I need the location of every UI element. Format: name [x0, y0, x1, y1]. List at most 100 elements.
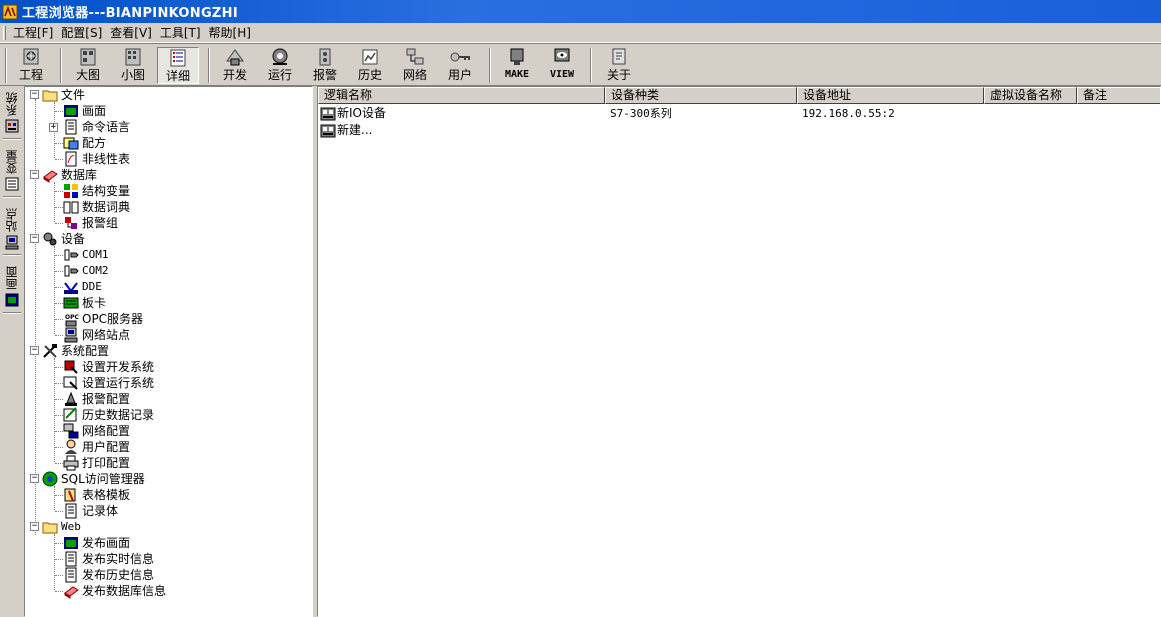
- folder-icon: [42, 522, 58, 534]
- table-row[interactable]: 新建...: [318, 122, 1160, 139]
- screen-icon: [64, 105, 78, 117]
- collapse-toggle[interactable]: −: [30, 474, 39, 483]
- tree-node-system-config[interactable]: 系统配置: [42, 343, 109, 359]
- large-icon-view-button[interactable]: 大图: [70, 47, 106, 84]
- column-header-device-address[interactable]: 设备地址: [797, 87, 984, 104]
- opc-icon: OPC: [64, 313, 79, 327]
- tree-node-table-template[interactable]: 表格模板: [63, 487, 130, 503]
- device-icon: [43, 232, 57, 246]
- tree-node-publish-screen[interactable]: 发布画面: [63, 535, 130, 551]
- run-icon: [272, 48, 288, 65]
- tree-node-recordset[interactable]: 记录体: [63, 503, 118, 519]
- document-icon: [65, 503, 77, 519]
- menu-help[interactable]: 帮助[H]: [205, 24, 255, 42]
- document-icon: [65, 119, 77, 135]
- tree-node-nonlinear-table[interactable]: 非线性表: [63, 151, 130, 167]
- menu-view[interactable]: 查看[V]: [106, 24, 156, 42]
- tree-node-sql-manager[interactable]: SQL访问管理器: [42, 471, 145, 487]
- tree-node-alarm-config[interactable]: 报警配置: [63, 391, 130, 407]
- side-tabs: 系统 变量 站点 画面: [0, 86, 24, 617]
- collapse-toggle[interactable]: −: [30, 234, 39, 243]
- menu-project[interactable]: 工程[F]: [9, 24, 57, 42]
- tree-node-com1[interactable]: COM1: [63, 247, 109, 263]
- menu-tools[interactable]: 工具[T]: [156, 24, 205, 42]
- tree-node-board[interactable]: 板卡: [63, 295, 106, 311]
- system-tab-icon: [5, 119, 19, 133]
- alarm-icon: [319, 48, 331, 66]
- small-icon-view-button[interactable]: 小图: [115, 47, 151, 84]
- view-button[interactable]: VIEW: [545, 47, 579, 84]
- column-header-note[interactable]: 备注: [1077, 87, 1160, 104]
- develop-button[interactable]: 开发: [218, 47, 252, 84]
- table-template-icon: [64, 488, 76, 502]
- history-record-icon: [63, 407, 77, 422]
- printer-icon: [63, 455, 79, 471]
- svg-text:OPC: OPC: [65, 314, 79, 321]
- menu-config[interactable]: 配置[S]: [57, 24, 106, 42]
- expand-toggle[interactable]: +: [49, 123, 58, 132]
- tree-node-user-config[interactable]: 用户配置: [63, 439, 130, 455]
- device-list[interactable]: 逻辑名称 设备种类 设备地址 虚拟设备名称 备注 新IO设备 S7-300系列 …: [317, 86, 1161, 617]
- tree-node-network-config[interactable]: 网络配置: [63, 423, 130, 439]
- tree-node-file[interactable]: 文件: [42, 87, 85, 103]
- tree-node-history-record[interactable]: 历史数据记录: [63, 407, 154, 423]
- tree-node-command-language[interactable]: 命令语言: [63, 119, 130, 135]
- window-title: 工程浏览器---BIANPINKONGZHI: [22, 6, 238, 21]
- collapse-toggle[interactable]: −: [30, 346, 39, 355]
- tree-node-alarm-group[interactable]: 报警组: [63, 215, 118, 231]
- history-button[interactable]: 历史: [353, 47, 387, 84]
- nonlinear-table-icon: [65, 151, 77, 167]
- tree-node-publish-database[interactable]: 发布数据库信息: [63, 583, 166, 599]
- alarm-config-icon: [65, 391, 77, 406]
- settings-dev-icon: [64, 360, 78, 374]
- collapse-toggle[interactable]: −: [30, 170, 39, 179]
- details-icon: [170, 49, 186, 67]
- collapse-toggle[interactable]: −: [30, 522, 39, 531]
- folder-icon: [42, 90, 58, 102]
- network-button[interactable]: 网络: [398, 47, 432, 84]
- side-tab-station[interactable]: 站点: [2, 208, 22, 256]
- tree-node-screen[interactable]: 画面: [63, 103, 106, 119]
- run-button[interactable]: 运行: [263, 47, 297, 84]
- view-icon: [554, 48, 570, 62]
- small-icons-icon: [125, 48, 141, 66]
- serial-port-icon: [64, 249, 79, 261]
- tree-node-com2[interactable]: COM2: [63, 263, 109, 279]
- tree-node-print-config[interactable]: 打印配置: [63, 455, 130, 471]
- detail-view-button[interactable]: 详细: [157, 47, 199, 84]
- tree-node-web[interactable]: Web: [42, 519, 81, 535]
- struct-variable-icon: [64, 184, 78, 198]
- station-tab-icon: [5, 235, 19, 250]
- alarm-button[interactable]: 报警: [308, 47, 342, 84]
- column-header-device-type[interactable]: 设备种类: [605, 87, 797, 104]
- tree-node-set-dev-system[interactable]: 设置开发系统: [63, 359, 154, 375]
- about-icon: [612, 48, 626, 65]
- board-icon: [63, 297, 79, 309]
- tree-node-opc-server[interactable]: OPC OPC服务器: [63, 311, 143, 327]
- side-tab-variable[interactable]: 变量: [2, 150, 22, 198]
- project-button[interactable]: 工程: [14, 47, 48, 84]
- book-icon: [63, 201, 79, 214]
- tree-node-network-station[interactable]: 网络站点: [63, 327, 130, 343]
- make-button[interactable]: MAKE: [500, 47, 534, 84]
- network-station-icon: [64, 327, 78, 343]
- tree-node-recipe[interactable]: 配方: [63, 135, 106, 151]
- table-row[interactable]: 新IO设备 S7-300系列 192.168.0.55:2: [318, 105, 1160, 122]
- tree-node-dde[interactable]: DDE: [63, 279, 102, 295]
- tree-node-database[interactable]: 数据库: [42, 167, 97, 183]
- column-header-logical-name[interactable]: 逻辑名称: [318, 87, 605, 104]
- tree-node-publish-history[interactable]: 发布历史信息: [63, 567, 154, 583]
- collapse-toggle[interactable]: −: [30, 90, 39, 99]
- user-button[interactable]: 用户: [443, 47, 477, 84]
- tree-node-data-dictionary[interactable]: 数据词典: [63, 199, 130, 215]
- tree-node-set-run-system[interactable]: 设置运行系统: [63, 375, 154, 391]
- large-icons-icon: [80, 48, 96, 66]
- column-header-virtual-name[interactable]: 虚拟设备名称: [984, 87, 1077, 104]
- about-button[interactable]: 关于: [602, 47, 636, 84]
- tree-node-struct-variable[interactable]: 结构变量: [63, 183, 130, 199]
- tree-node-publish-realtime[interactable]: 发布实时信息: [63, 551, 154, 567]
- project-tree[interactable]: − 文件 画面 + 命令语言 配方 非线性表 − 数据库 结构变量 数据词典 报…: [24, 86, 313, 617]
- side-tab-screen[interactable]: 画面: [2, 266, 22, 314]
- side-tab-system[interactable]: 系统: [2, 92, 22, 140]
- tree-node-device[interactable]: 设备: [42, 231, 85, 247]
